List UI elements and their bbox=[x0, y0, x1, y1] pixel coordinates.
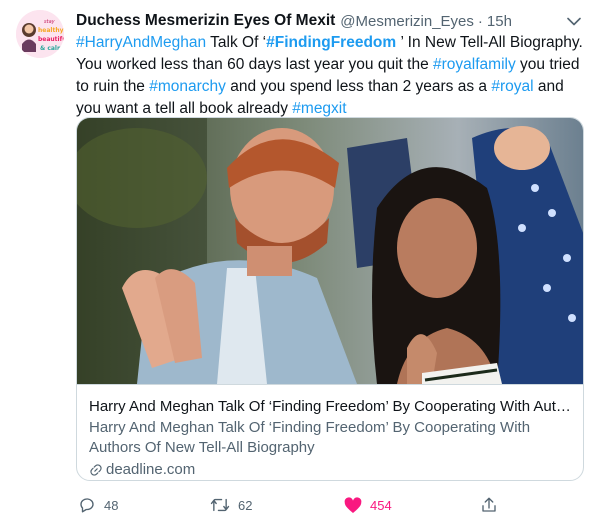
reply-icon bbox=[80, 498, 94, 513]
card-domain: deadline.com bbox=[89, 460, 571, 480]
chevron-down-icon bbox=[567, 17, 581, 25]
retweet-count: 62 bbox=[238, 497, 253, 513]
link-icon bbox=[90, 464, 102, 476]
more-options-button[interactable] bbox=[565, 12, 583, 30]
tweet-header: Duchess Mesmerizin Eyes Of Mexit @Mesmer… bbox=[76, 10, 512, 32]
tweet-text-segment: Talk Of ‘ bbox=[206, 34, 267, 51]
retweet-button[interactable]: 62 bbox=[210, 494, 252, 516]
card-text-block: Harry And Meghan Talk Of ‘Finding Freedo… bbox=[77, 384, 583, 480]
svg-text:& calm: & calm bbox=[40, 45, 63, 52]
svg-text:beautiful: beautiful bbox=[38, 36, 64, 43]
avatar-illustration-icon: stay healthy beautiful & calm bbox=[16, 10, 64, 58]
share-button[interactable] bbox=[480, 494, 498, 516]
hashtag-link[interactable]: #royalfamily bbox=[433, 56, 516, 73]
share-icon bbox=[482, 497, 496, 512]
card-title[interactable]: Harry And Meghan Talk Of ‘Finding Freedo… bbox=[89, 397, 571, 417]
link-preview-card[interactable]: Harry And Meghan Talk Of ‘Finding Freedo… bbox=[76, 117, 584, 481]
separator-dot: · bbox=[477, 12, 483, 30]
like-button[interactable]: 454 bbox=[344, 494, 392, 516]
svg-text:stay: stay bbox=[44, 19, 56, 25]
tweet[interactable]: stay healthy beautiful & calm Duchess Me… bbox=[0, 0, 595, 524]
tweet-timestamp[interactable]: 15h bbox=[487, 13, 512, 30]
tweet-text-segment: and you spend less than 2 years as a bbox=[225, 78, 492, 95]
hashtag-link[interactable]: #FindingFreedom bbox=[266, 34, 396, 51]
like-count: 454 bbox=[370, 497, 392, 513]
hashtag-link[interactable]: #HarryAndMeghan bbox=[76, 34, 206, 51]
retweet-icon bbox=[210, 498, 230, 512]
hashtag-link[interactable]: #monarchy bbox=[149, 78, 226, 95]
hashtag-link[interactable]: #megxit bbox=[292, 100, 346, 117]
display-name[interactable]: Duchess Mesmerizin Eyes Of Mexit bbox=[76, 12, 335, 30]
reply-button[interactable]: 48 bbox=[78, 494, 118, 516]
tweet-text: #HarryAndMeghan Talk Of ‘#FindingFreedom… bbox=[76, 32, 586, 120]
card-description: Harry And Meghan Talk Of ‘Finding Freedo… bbox=[89, 419, 531, 456]
heart-icon bbox=[344, 496, 362, 513]
svg-text:healthy: healthy bbox=[38, 27, 64, 34]
card-photo bbox=[77, 118, 583, 384]
hashtag-link[interactable]: #royal bbox=[491, 78, 533, 95]
card-domain-text: deadline.com bbox=[106, 461, 196, 478]
user-handle[interactable]: @Mesmerizin_Eyes bbox=[340, 13, 474, 30]
reply-count: 48 bbox=[104, 497, 119, 513]
avatar[interactable]: stay healthy beautiful & calm bbox=[16, 10, 64, 58]
tweet-actions: 48 62 454 bbox=[72, 494, 512, 516]
